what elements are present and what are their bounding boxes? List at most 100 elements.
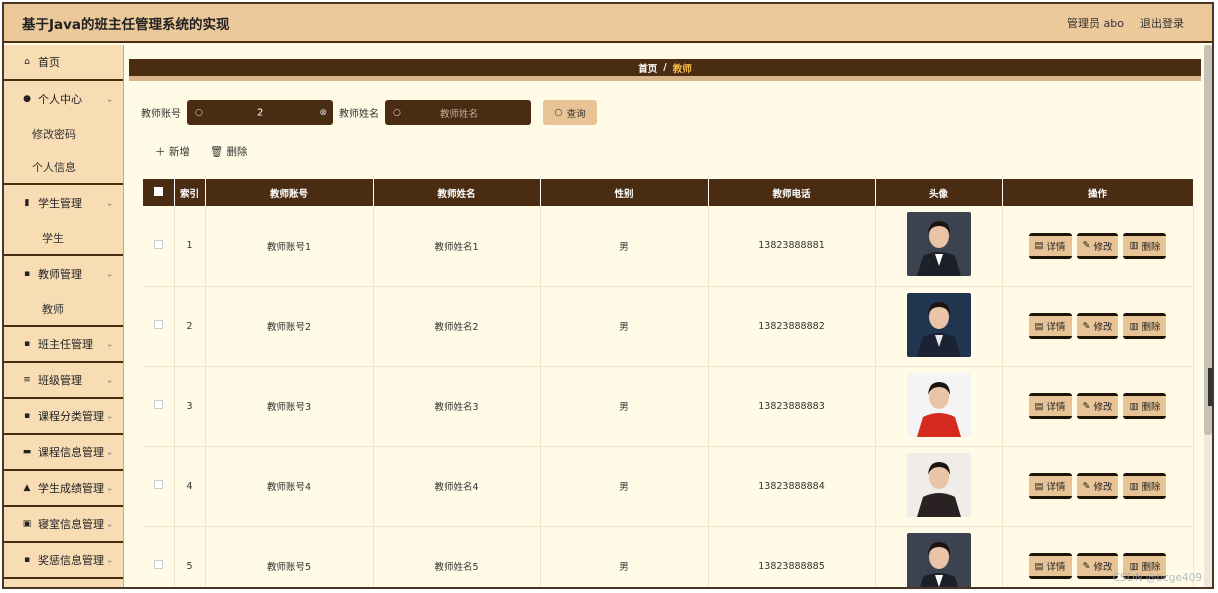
sidebar-item[interactable]: ▪ 教师管理 ⌄ xyxy=(4,256,123,292)
detail-button[interactable]: ▤ 详情 xyxy=(1028,232,1072,259)
avatar-cell xyxy=(875,526,1003,587)
trash-icon: ▥ xyxy=(1129,560,1139,572)
account-cell: 教师账号4 xyxy=(205,446,374,527)
detail-button-label: 详情 xyxy=(1046,482,1066,493)
sidebar-item[interactable]: ⌂ 首页 xyxy=(4,45,123,81)
column-header: 教师姓名 xyxy=(373,179,541,206)
detail-button-label: 详情 xyxy=(1046,322,1066,333)
sidebar-item[interactable]: ▬ 课程信息管理 ⌄ xyxy=(4,435,123,471)
sidebar-item[interactable]: ▪ 班主任管理 ⌄ xyxy=(4,327,123,363)
edit-button-label: 修改 xyxy=(1093,402,1113,413)
sidebar-menu: ⌂ 首页 ● 个人中心 ⌄ 修改密码 个人信息 ▮ 学生管理 ⌄ 学生 ▪ 教师管理 ⌄ 教师 ▪ 班主任管理 ⌄… xyxy=(4,45,124,587)
batch-delete-button[interactable]: 🗑 删除 xyxy=(210,144,248,159)
detail-button-label: 详情 xyxy=(1046,241,1066,253)
logout-link[interactable]: 退出登录 xyxy=(1140,15,1184,31)
grid-icon: ▪ xyxy=(23,269,31,279)
avatar xyxy=(906,532,971,587)
app-frame: 基于Java的班主任管理系统的实现 管理员 abo 退出登录 ⌂ 首页 ● 个人中心 ⌄… xyxy=(2,2,1214,589)
account-cell: 教师账号3 xyxy=(205,366,374,447)
table-row: 4 教师账号4 教师姓名4 男 13823888884 ▤ 详情 ✎ 修改 ▥ 删除 xyxy=(143,446,1194,527)
detail-button[interactable]: ▤ 详情 xyxy=(1028,313,1072,339)
edit-button[interactable]: ✎ 修改 xyxy=(1076,313,1119,339)
column-header: 教师电话 xyxy=(708,179,876,206)
account-cell: 教师账号1 xyxy=(205,206,374,287)
row-select-cell[interactable] xyxy=(143,446,175,527)
sidebar-subitem[interactable]: 学生 xyxy=(4,221,123,254)
delete-button[interactable]: ▥ 删除 xyxy=(1123,473,1167,499)
edit-button[interactable]: ✎ 修改 xyxy=(1076,393,1119,419)
row-select-cell[interactable] xyxy=(143,366,175,447)
select-all-header[interactable] xyxy=(143,179,175,206)
row-checkbox[interactable] xyxy=(153,400,163,409)
row-select-cell[interactable] xyxy=(143,206,175,287)
sidebar-item[interactable]: ● 个人中心 ⌄ xyxy=(4,81,123,117)
trash-icon: ▥ xyxy=(1129,400,1139,412)
delete-button[interactable]: ▥ 删除 xyxy=(1123,232,1167,259)
column-header: 操作 xyxy=(1002,179,1194,206)
sidebar-item[interactable]: ▲ 学生成绩管理 ⌄ xyxy=(4,471,123,507)
phone-cell: 13823888884 xyxy=(708,446,876,527)
column-header: 头像 xyxy=(875,179,1003,206)
sidebar-item[interactable]: ▪ 奖惩信息管理 ⌄ xyxy=(4,543,123,579)
trash-icon: ▥ xyxy=(1129,480,1139,492)
sidebar-item[interactable]: ▮ 学生管理 ⌄ xyxy=(4,185,123,221)
current-user-label[interactable]: 管理员 abo xyxy=(1067,15,1124,31)
avatar xyxy=(906,452,971,517)
add-button[interactable]: ＋ 新增 xyxy=(155,144,190,159)
chevron-down-icon: ⌄ xyxy=(106,519,113,529)
edit-icon: ✎ xyxy=(1082,400,1091,412)
name-cell: 教师姓名3 xyxy=(373,366,541,447)
sidebar-item-label: 班级管理 xyxy=(38,374,82,387)
sidebar-item[interactable]: ▪⌄ xyxy=(4,579,123,587)
phone-cell: 13823888883 xyxy=(708,366,876,447)
row-checkbox[interactable] xyxy=(153,560,163,569)
sidebar-item[interactable]: ≡ 班级管理 ⌄ xyxy=(4,363,123,399)
sidebar-subitem[interactable]: 个人信息 xyxy=(4,150,123,183)
query-button[interactable]: ○ 查询 xyxy=(543,100,597,125)
clear-icon[interactable]: ⊗ xyxy=(319,108,327,118)
sidebar-subitem[interactable]: 修改密码 xyxy=(4,117,123,150)
delete-button-label: 删除 xyxy=(1141,482,1161,493)
avatar xyxy=(906,372,971,437)
breadcrumb-home[interactable]: 首页 xyxy=(638,61,657,75)
breadcrumb-current: 教师 xyxy=(672,63,692,75)
select-all-checkbox[interactable] xyxy=(153,186,163,196)
row-select-cell[interactable] xyxy=(143,286,175,367)
gender-cell: 男 xyxy=(540,366,709,447)
chevron-down-icon: ⌄ xyxy=(106,198,113,208)
grid-icon: ▪ xyxy=(23,339,31,349)
sidebar-subitem[interactable]: 教师 xyxy=(4,292,123,325)
avatar-cell xyxy=(875,366,1003,447)
app-title: 基于Java的班主任管理系统的实现 xyxy=(22,16,230,33)
delete-button[interactable]: ▥ 删除 xyxy=(1123,393,1167,419)
breadcrumb: 首页 / 教师 xyxy=(129,59,1201,81)
detail-button[interactable]: ▤ 详情 xyxy=(1028,553,1072,579)
gender-cell: 男 xyxy=(540,446,709,527)
detail-button[interactable]: ▤ 详情 xyxy=(1028,393,1072,419)
row-checkbox[interactable] xyxy=(153,480,163,489)
side-handle[interactable] xyxy=(1208,368,1212,406)
edit-button-label: 修改 xyxy=(1093,482,1113,493)
detail-button[interactable]: ▤ 详情 xyxy=(1028,473,1072,499)
phone-cell: 13823888885 xyxy=(708,526,876,587)
account-search-input[interactable]: ○ 2 ⊗ xyxy=(187,100,333,125)
avatar-cell xyxy=(875,286,1003,367)
sidebar-item[interactable]: ▣ 寝室信息管理 ⌄ xyxy=(4,507,123,543)
row-select-cell[interactable] xyxy=(143,526,175,587)
row-checkbox[interactable] xyxy=(153,320,163,329)
document-icon: ▤ xyxy=(1034,400,1044,412)
top-header: 基于Java的班主任管理系统的实现 管理员 abo 退出登录 xyxy=(4,4,1212,43)
sidebar-item[interactable]: ▪ 课程分类管理 ⌄ xyxy=(4,399,123,435)
column-header: 索引 xyxy=(174,179,206,206)
delete-button[interactable]: ▥ 删除 xyxy=(1123,313,1167,339)
name-search-input[interactable]: ○ 教师姓名 xyxy=(385,100,531,125)
edit-button[interactable]: ✎ 修改 xyxy=(1076,473,1119,499)
avatar-cell xyxy=(875,446,1003,527)
chevron-down-icon: ⌄ xyxy=(106,339,113,349)
edit-button-label: 修改 xyxy=(1093,241,1113,253)
index-cell: 2 xyxy=(174,286,206,367)
edit-button[interactable]: ✎ 修改 xyxy=(1076,232,1119,259)
home-icon: ⌂ xyxy=(24,57,30,67)
row-checkbox[interactable] xyxy=(153,239,163,249)
plus-icon: ＋ xyxy=(155,146,166,158)
